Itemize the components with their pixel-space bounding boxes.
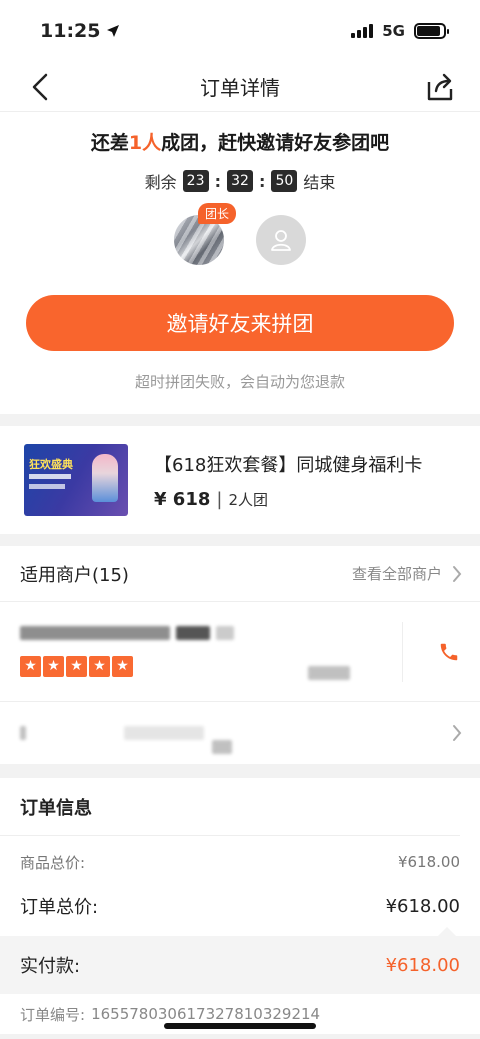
product-name: 【618狂欢套餐】同城健身福利卡 — [154, 454, 423, 476]
headline-suffix: 成团，赶快邀请好友参团吧 — [161, 132, 390, 154]
group-buy-card: 还差1人成团，赶快邀请好友参团吧 剩余 23 : 32 : 50 结束 团长 邀… — [0, 112, 480, 414]
leader-avatar: 团长 — [174, 203, 236, 265]
order-info-section: 订单信息 商品总价: ¥618.00 订单总价: ¥618.00 实付款: ¥6… — [0, 778, 480, 1034]
order-total-label: 订单总价: — [20, 897, 99, 918]
merchant-address-redacted — [20, 726, 232, 754]
thumbnail-caption: 狂欢盛典 — [29, 458, 73, 471]
star-icon: ★ — [20, 656, 41, 677]
subtotal-row: 商品总价: ¥618.00 — [0, 836, 480, 888]
view-all-label: 查看全部商户 — [351, 565, 442, 583]
countdown: 剩余 23 : 32 : 50 结束 — [26, 169, 454, 193]
countdown-remaining-label: 剩余 — [144, 173, 177, 192]
group-members: 团长 — [26, 203, 454, 265]
merchant-item[interactable]: ★ ★ ★ ★ ★ — [0, 602, 480, 702]
share-button[interactable] — [422, 69, 458, 105]
order-number-label: 订单编号: — [20, 1005, 86, 1024]
group-size: 2人团 — [228, 490, 268, 509]
location-arrow-icon — [107, 25, 120, 37]
timeout-note: 超时拼团失败，会自动为您退款 — [134, 373, 345, 391]
status-time: 11:25 — [40, 20, 120, 42]
merchants-title: 适用商户(15) — [20, 564, 129, 586]
paid-amount-row: 实付款: ¥618.00 — [0, 927, 480, 994]
order-total-row: 订单总价: ¥618.00 — [0, 888, 480, 924]
order-number-value: 165578030617327810329214 — [91, 1005, 321, 1023]
countdown-separator: : — [259, 171, 266, 191]
countdown-hours: 23 — [182, 170, 209, 192]
network-label: 5G — [382, 22, 405, 40]
countdown-end-label: 结束 — [303, 173, 336, 192]
merchant-name-redacted — [20, 626, 402, 640]
merchants-section: 适用商户(15) 查看全部商户 ★ ★ ★ ★ ★ — [0, 546, 480, 764]
product-details: 【618狂欢套餐】同城健身福利卡 ¥ 618 | 2人团 — [154, 451, 422, 510]
paid-value: ¥618.00 — [385, 954, 460, 976]
countdown-seconds: 50 — [271, 170, 298, 192]
subtotal-label: 商品总价: — [20, 853, 86, 872]
status-bar: 11:25 5G — [0, 0, 480, 62]
star-icon: ★ — [89, 656, 110, 677]
back-button[interactable] — [22, 69, 58, 105]
paid-label: 实付款: — [20, 956, 81, 977]
phone-icon — [440, 643, 458, 660]
call-merchant-button[interactable] — [402, 621, 460, 682]
battery-icon — [414, 23, 449, 39]
product-thumbnail: 狂欢盛典 — [24, 444, 128, 516]
page-title: 订单详情 — [200, 76, 280, 100]
leader-badge: 团长 — [197, 203, 236, 224]
merchant-address-row[interactable] — [0, 702, 480, 764]
star-icon: ★ — [112, 656, 133, 677]
empty-member-slot — [256, 215, 306, 265]
clock-text: 11:25 — [40, 20, 101, 42]
merchant-distance-redacted — [308, 666, 350, 680]
share-icon — [427, 73, 453, 100]
group-headline: 还差1人成团，赶快邀请好友参团吧 — [26, 128, 454, 155]
headline-highlight: 1人 — [128, 132, 162, 154]
product-price: ¥ 618 — [154, 488, 211, 510]
status-indicators: 5G — [351, 22, 449, 40]
chevron-right-icon — [453, 725, 462, 741]
subtotal-value: ¥618.00 — [397, 853, 460, 871]
invite-friends-button[interactable]: 邀请好友来拼团 — [26, 295, 454, 351]
nav-bar: 订单详情 — [0, 62, 480, 112]
chevron-left-icon — [32, 73, 48, 100]
product-meta: ¥ 618 | 2人团 — [154, 489, 422, 510]
meta-divider: | — [216, 488, 223, 510]
headline-prefix: 还差 — [90, 132, 129, 154]
product-card[interactable]: 狂欢盛典 【618狂欢套餐】同城健身福利卡 ¥ 618 | 2人团 — [0, 426, 480, 534]
user-placeholder-icon — [271, 230, 291, 251]
countdown-separator: : — [214, 171, 221, 191]
star-icon: ★ — [66, 656, 87, 677]
order-total-value: ¥618.00 — [385, 895, 460, 917]
order-info-title: 订单信息 — [0, 778, 460, 836]
signal-icon — [351, 24, 374, 38]
merchants-header: 适用商户(15) 查看全部商户 — [0, 546, 480, 602]
chevron-right-icon — [453, 565, 462, 582]
view-all-merchants-link[interactable]: 查看全部商户 — [352, 563, 462, 584]
countdown-minutes: 32 — [227, 170, 253, 192]
merchant-info: ★ ★ ★ ★ ★ — [20, 626, 402, 680]
star-icon: ★ — [43, 656, 64, 677]
home-indicator — [164, 1023, 316, 1029]
